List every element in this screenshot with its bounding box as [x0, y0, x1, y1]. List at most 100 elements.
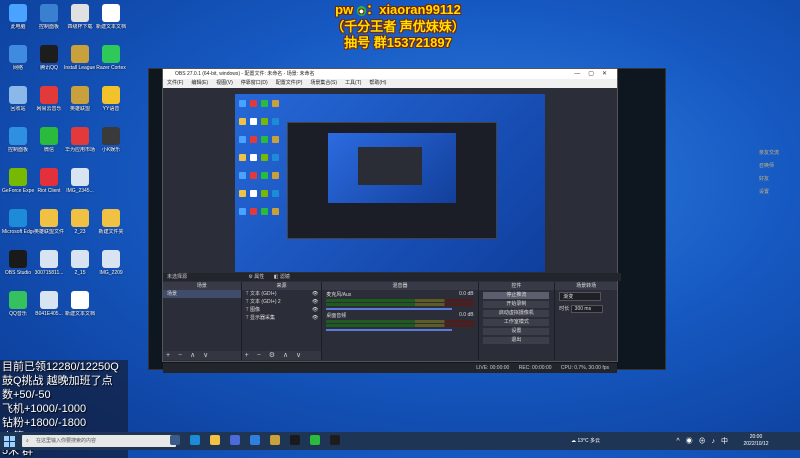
desktop-shortcut-label: 此电脑 [10, 24, 26, 30]
eye-icon[interactable]: 👁 [312, 298, 318, 306]
taskbar-clock[interactable]: 20:00 2022/10/12 [736, 434, 776, 448]
eye-icon[interactable]: 👁 [312, 306, 318, 314]
obs-menu-item[interactable]: 编辑(E) [191, 80, 208, 86]
ime-indicator[interactable]: 中 [721, 438, 730, 445]
desktop-shortcut[interactable]: IMG_2209 [95, 250, 127, 276]
desktop-shortcut-label: QQ音乐 [9, 311, 27, 317]
eye-icon[interactable]: 👁 [312, 290, 318, 298]
weather-widget[interactable]: ☁ 13°C 多云 [571, 437, 600, 444]
wechat-icon[interactable] [310, 435, 320, 445]
desktop-shortcut[interactable]: 2_15 [64, 250, 96, 276]
desktop-shortcut[interactable]: Razer Cortex [95, 45, 127, 71]
desktop-shortcut[interactable]: 网络 [2, 45, 34, 71]
desktop-shortcut[interactable]: 四级杯下载 [64, 4, 96, 30]
obs-menu-item[interactable]: 帮助(H) [369, 80, 386, 86]
window-controls[interactable]: —▢✕ [574, 69, 615, 79]
league-side-item[interactable]: 好友 [759, 175, 800, 182]
desktop-shortcut[interactable]: 小K娱乐 [95, 127, 127, 153]
desktop-shortcut[interactable]: 控制面板 [33, 4, 65, 30]
desktop-shortcut[interactable]: 新建文件夹 [95, 209, 127, 235]
control-button[interactable]: 工作室模式 [483, 319, 550, 326]
nvidia-icon [9, 168, 27, 186]
desktop-shortcut[interactable]: 新建文本文档 [95, 4, 127, 30]
desktop-shortcut[interactable]: 回收站 [2, 86, 34, 112]
desktop-shortcut[interactable]: 此电脑 [2, 4, 34, 30]
desktop-shortcut[interactable]: B041E405... [33, 291, 65, 317]
desktop-shortcut[interactable]: QQ音乐 [2, 291, 34, 317]
desktop-shortcut[interactable]: 2_23 [64, 209, 96, 235]
preview-icon [250, 172, 257, 179]
volume-slider[interactable] [326, 308, 452, 310]
league-side-item[interactable]: 设置 [759, 188, 800, 195]
eye-icon[interactable]: 👁 [312, 314, 318, 322]
obs-window[interactable]: OBS 27.0.1 (64-bit, windows) - 配置文件: 未命名… [162, 68, 621, 373]
obs-menu-item[interactable]: 视图(V) [216, 80, 233, 86]
file-explorer-icon[interactable] [210, 435, 220, 445]
scene-item[interactable]: 场景 [163, 290, 241, 298]
preview-icon [261, 118, 268, 125]
obs-menu-item[interactable]: 场景集合(S) [310, 80, 337, 86]
desktop-shortcut[interactable]: OBS Studio [2, 250, 34, 276]
preview-icon [272, 100, 279, 107]
desktop-shortcut[interactable]: Install League o... [64, 45, 96, 71]
taskbar-search-box[interactable]: ⌕ 在这里输入你要搜索的内容 [22, 435, 176, 447]
desktop-shortcut[interactable]: 网易云音乐 [33, 86, 65, 112]
source-item[interactable]: T 显示器采集 👁 [242, 314, 322, 322]
mail-icon[interactable] [250, 435, 260, 445]
obs-icon[interactable] [290, 435, 300, 445]
source-item[interactable]: T 图像 👁 [242, 306, 322, 314]
obs-menu-bar[interactable]: 文件(F) 编辑(E) 视图(V) 停靠窗口(D) 配置文件(P) 场景集合(S) 工具(T… [163, 79, 617, 88]
obs-preview-canvas[interactable] [235, 94, 545, 272]
volume-slider[interactable] [326, 329, 452, 331]
control-button[interactable]: 启动虚拟摄像机 [483, 310, 550, 317]
desktop-shortcut[interactable]: GeForce Experience [2, 168, 34, 194]
rec-status: REC: 00:00:00 [518, 365, 552, 371]
desktop-shortcut[interactable]: 控制面板 [2, 127, 34, 153]
sources-toolbar[interactable]: + − ⚙ ∧ ∨ [241, 351, 322, 360]
desktop-shortcut[interactable]: Riot Client [33, 168, 65, 194]
desktop-shortcut[interactable]: 华为应用市场 [64, 127, 96, 153]
task-view-icon[interactable] [170, 435, 180, 445]
start-button[interactable] [4, 436, 15, 447]
obs-menu-item[interactable]: 停靠窗口(D) [241, 80, 268, 86]
tray-icons[interactable]: ^ ◉ ⊕ ♪ 中 [676, 436, 730, 446]
store-icon[interactable] [230, 435, 240, 445]
desktop-shortcut[interactable]: IMG_2345... [64, 168, 96, 194]
source-item[interactable]: T 文本 (GDI+) 👁 [242, 290, 322, 298]
mixer-channel-header: 麦克风/Aux 0.0 dB [326, 291, 473, 298]
control-button[interactable]: 停止推流 [483, 292, 550, 299]
control-button[interactable]: 开始录制 [483, 301, 550, 308]
control-panel-icon [40, 4, 58, 22]
k-icon [102, 127, 120, 145]
obs-menu-item[interactable]: 工具(T) [345, 80, 361, 86]
preview-icon [239, 208, 246, 215]
control-button[interactable]: 退出 [483, 337, 550, 344]
obs-menu-item[interactable]: 配置文件(P) [276, 80, 303, 86]
desktop-shortcut[interactable]: 英雄联盟 [64, 86, 96, 112]
league-side-item[interactable]: 召唤师 [759, 162, 800, 169]
league-side-item[interactable]: 亲友交流 [759, 149, 800, 156]
properties-button[interactable]: ⚙ 属性 [248, 274, 264, 280]
desktop-shortcut[interactable] [95, 168, 127, 188]
filters-button[interactable]: ◧ 滤镜 [274, 274, 290, 280]
desktop-shortcut[interactable]: 新建文本文档 [64, 291, 96, 317]
obs-title-bar[interactable]: OBS 27.0.1 (64-bit, windows) - 配置文件: 未命名… [163, 69, 617, 79]
transition-type-select[interactable]: 渐变 [555, 290, 617, 303]
preview-icon [250, 118, 257, 125]
edge-icon[interactable] [190, 435, 200, 445]
obs-menu-item[interactable]: 文件(F) [167, 80, 183, 86]
league-icon[interactable] [270, 435, 280, 445]
desktop-shortcut[interactable]: 300715811... [33, 250, 65, 276]
desktop-shortcut[interactable]: 英雄联盟文件 [33, 209, 65, 235]
control-button[interactable]: 设置 [483, 328, 550, 335]
duration-input[interactable]: 300 ms [570, 305, 603, 313]
image-icon [102, 250, 120, 268]
desktop-shortcut[interactable]: 微信 [33, 127, 65, 153]
scenes-toolbar[interactable]: + − ∧ ∨ [163, 351, 241, 360]
desktop-shortcut[interactable]: YY语音 [95, 86, 127, 112]
desktop-shortcut[interactable]: 腾讯QQ [33, 45, 65, 71]
desktop-shortcut[interactable]: Microsoft Edge [2, 209, 34, 235]
source-item[interactable]: T 文本 (GDI+) 2 👁 [242, 298, 322, 306]
qq-icon[interactable] [330, 435, 340, 445]
qqmusic-icon [9, 291, 27, 309]
